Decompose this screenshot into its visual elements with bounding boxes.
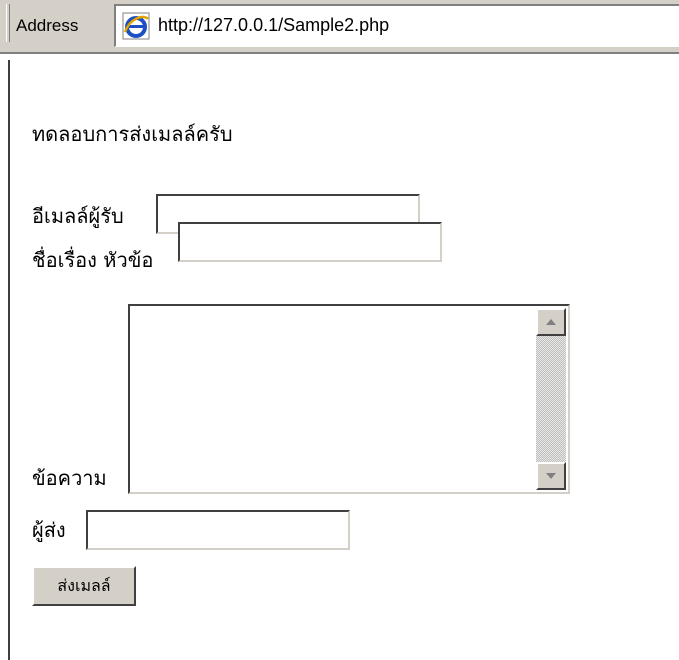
- arrow-down-icon: [546, 473, 556, 479]
- sender-input[interactable]: [86, 510, 350, 550]
- send-mail-button[interactable]: ส่งเมลล์: [32, 566, 136, 606]
- message-label: ข้อความ: [32, 466, 107, 490]
- arrow-up-icon: [546, 319, 556, 325]
- address-input[interactable]: http://127.0.0.1/Sample2.php: [114, 4, 679, 47]
- message-scrollbar[interactable]: [536, 308, 566, 490]
- subject-label: ชื่อเรื่อง หัวข้อ: [32, 248, 154, 272]
- address-bar: Address http://127.0.0.1/Sample2.php: [0, 0, 679, 56]
- message-textarea[interactable]: [128, 304, 570, 494]
- scroll-down-button[interactable]: [536, 462, 566, 490]
- page-content: ทดลอบการส่งเมลล์ครับ อีเมลล์ผู้รับ ชื่อเ…: [0, 60, 679, 660]
- internet-explorer-icon: [122, 12, 150, 40]
- toolbar-grip[interactable]: [6, 4, 10, 42]
- address-url: http://127.0.0.1/Sample2.php: [158, 15, 390, 35]
- recipient-label: อีเมลล์ผู้รับ: [32, 204, 124, 228]
- page-heading: ทดลอบการส่งเมลล์ครับ: [32, 122, 233, 146]
- subject-input[interactable]: [178, 222, 442, 262]
- sender-label: ผู้ส่ง: [32, 518, 66, 542]
- scroll-up-button[interactable]: [536, 308, 566, 336]
- address-label: Address: [16, 16, 79, 35]
